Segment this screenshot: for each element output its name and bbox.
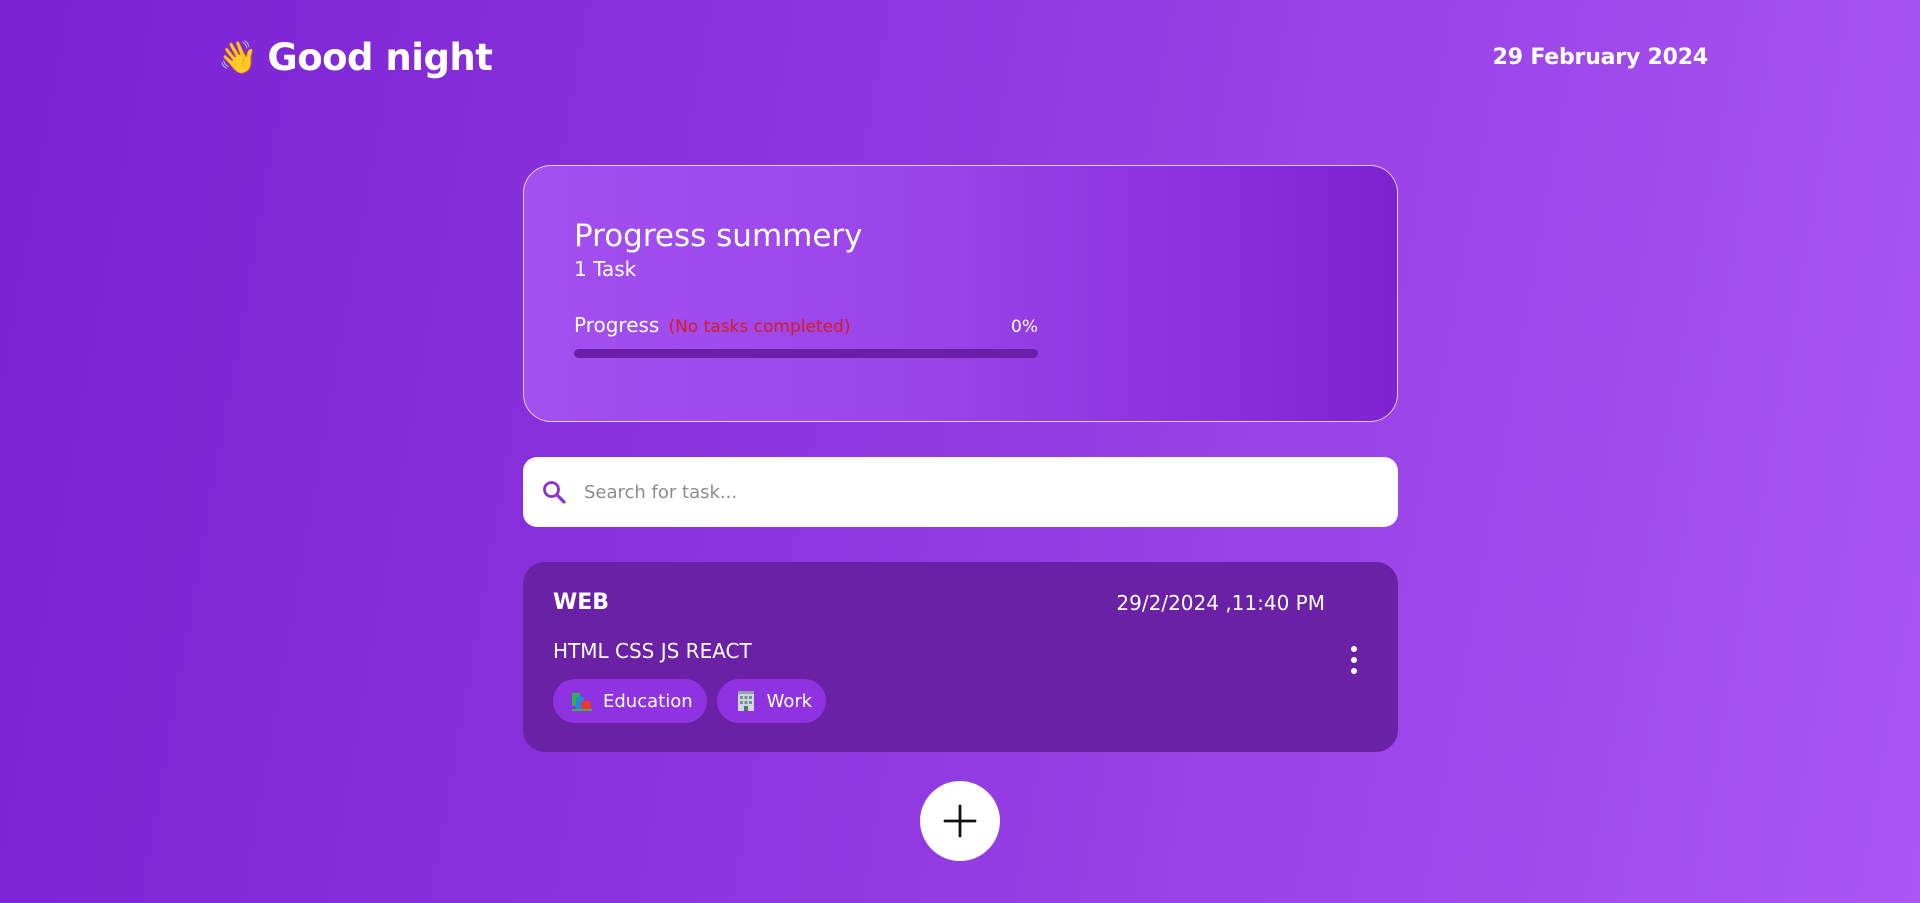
search-input[interactable] [582, 480, 1346, 504]
greeting-text: Good night [267, 35, 493, 79]
progress-summary-card: Progress summery 1 Task Progress (No tas… [523, 165, 1398, 422]
progress-note: (No tasks completed) [668, 317, 851, 338]
tag-education[interactable]: Education [553, 679, 707, 723]
summary-title: Progress summery [574, 218, 863, 254]
header: 👋 Good night 29 February 2024 [218, 32, 1708, 82]
task-title: WEB [553, 590, 610, 615]
progress-percentage: 0% [1011, 317, 1038, 338]
office-building-icon [735, 690, 757, 712]
progress-row: Progress (No tasks completed) 0% [574, 313, 1038, 337]
books-icon [571, 690, 593, 712]
tag-work[interactable]: Work [716, 679, 827, 723]
task-datetime: 29/2/2024 ,11:40 PM [1116, 590, 1325, 615]
task-description: HTML CSS JS REACT [553, 639, 752, 663]
task-count: 1 Task [574, 257, 637, 282]
add-task-button[interactable] [920, 781, 1000, 861]
tag-label: Education [603, 690, 693, 712]
search-bar [523, 457, 1398, 527]
waving-hand-icon: 👋 [218, 38, 258, 76]
progress-label: Progress [574, 313, 660, 338]
progress-label-group: Progress (No tasks completed) [574, 313, 850, 337]
search-icon [541, 479, 567, 505]
more-options-icon[interactable] [1346, 646, 1362, 674]
greeting: 👋 Good night [218, 35, 493, 79]
task-tags: Education Work [553, 679, 1368, 723]
current-date: 29 February 2024 [1492, 44, 1709, 70]
task-card[interactable]: WEB 29/2/2024 ,11:40 PM HTML CSS JS REAC… [523, 562, 1398, 752]
task-header: WEB 29/2/2024 ,11:40 PM [553, 590, 1325, 615]
progress-bar [574, 349, 1038, 359]
plus-icon [943, 804, 977, 838]
tag-label: Work [766, 690, 813, 712]
